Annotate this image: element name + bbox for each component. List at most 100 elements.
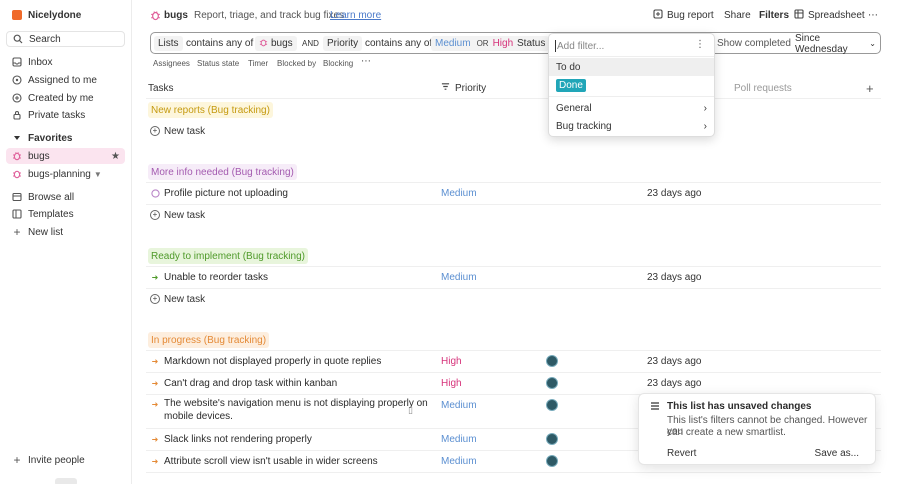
group-header-more-info[interactable]: More info needed (Bug tracking) bbox=[148, 164, 297, 180]
priority-value[interactable]: High bbox=[441, 378, 462, 389]
subfilter-status-state[interactable]: Status state bbox=[197, 57, 239, 69]
task-name[interactable]: Attribute scroll view isn't usable in wi… bbox=[164, 456, 378, 467]
since-select[interactable]: Since Wednesday ⌄ bbox=[791, 33, 880, 55]
avatar[interactable] bbox=[546, 433, 558, 445]
save-as-button[interactable]: Save as... bbox=[815, 448, 859, 459]
option-label: Bug tracking bbox=[556, 120, 612, 132]
learn-more-link[interactable]: Learn more bbox=[330, 8, 381, 23]
vertical-more-icon[interactable]: ⋮ bbox=[695, 39, 705, 50]
sidebar-item-bugs[interactable]: bugs ★ bbox=[6, 148, 125, 164]
avatar[interactable] bbox=[546, 355, 558, 367]
task-row[interactable]: ➜ Markdown not displayed properly in quo… bbox=[150, 353, 382, 369]
status-arrow-icon[interactable]: ➜ bbox=[150, 456, 160, 466]
column-tasks[interactable]: Tasks bbox=[148, 80, 174, 96]
show-completed-toggle[interactable]: Show completed bbox=[713, 36, 795, 51]
filter-field-lists[interactable]: Lists bbox=[154, 36, 183, 51]
filters-button[interactable]: Filters bbox=[759, 8, 789, 23]
filter-operator-2[interactable]: contains any of bbox=[361, 36, 436, 51]
avatar[interactable] bbox=[546, 399, 558, 411]
new-task-button[interactable]: + New task bbox=[150, 291, 205, 307]
status-arrow-icon[interactable]: ➜ bbox=[150, 272, 160, 282]
status-filter-dropdown[interactable]: Add filter... ⋮ To do Done General › Bug… bbox=[548, 33, 715, 137]
invite-people-button[interactable]: + Invite people bbox=[6, 452, 125, 468]
task-row[interactable]: Profile picture not uploading bbox=[150, 185, 288, 201]
subfilter-more-icon[interactable]: ⋯ bbox=[361, 55, 371, 67]
date-value: 23 days ago bbox=[647, 188, 702, 199]
priority-value[interactable]: Medium bbox=[441, 456, 477, 467]
dropdown-group-general[interactable]: General › bbox=[549, 99, 714, 117]
task-row[interactable]: ➜ Slack links not rendering properly bbox=[150, 431, 312, 447]
more-options-icon[interactable]: ⋯ bbox=[868, 8, 879, 23]
priority-value[interactable]: Medium bbox=[441, 434, 477, 445]
created-icon bbox=[10, 93, 24, 103]
sidebar-item-browse[interactable]: Browse all bbox=[6, 189, 125, 205]
sidebar-item-assigned[interactable]: Assigned to me bbox=[6, 72, 125, 88]
dropdown-option-done[interactable]: Done bbox=[549, 76, 714, 94]
group-header-new-reports[interactable]: New reports (Bug tracking) bbox=[148, 102, 273, 118]
group-header-in-progress[interactable]: In progress (Bug tracking) bbox=[148, 332, 270, 348]
task-name[interactable]: Can't drag and drop task within kanban bbox=[164, 378, 337, 389]
status-arrow-icon[interactable]: ➜ bbox=[150, 399, 160, 409]
sidebar-item-created[interactable]: Created by me bbox=[6, 90, 125, 106]
avatar[interactable] bbox=[546, 377, 558, 389]
filter-operator[interactable]: contains any of bbox=[182, 36, 257, 51]
spreadsheet-icon bbox=[794, 9, 804, 22]
filter-value-bugs[interactable]: bugs bbox=[255, 36, 297, 51]
revert-button[interactable]: Revert bbox=[667, 448, 696, 459]
bottom-toolbar-button[interactable] bbox=[55, 478, 77, 484]
filter-bar[interactable]: Lists contains any of bugs AND Priority … bbox=[150, 32, 881, 55]
add-filter-input[interactable]: Add filter... bbox=[555, 39, 694, 53]
column-priority[interactable]: Priority bbox=[441, 80, 486, 96]
priority-value[interactable]: High bbox=[441, 356, 462, 367]
filter-field-priority[interactable]: Priority bbox=[323, 36, 363, 51]
task-row[interactable]: ➜ Can't drag and drop task within kanban bbox=[150, 375, 338, 391]
share-button[interactable]: Share bbox=[724, 8, 751, 23]
task-row[interactable]: ➜ Attribute scroll view isn't usable in … bbox=[150, 453, 378, 469]
attachment-icon[interactable]: ▯ bbox=[408, 405, 413, 416]
app-window: Nicelydone Search Inbox Assigned to me C… bbox=[0, 0, 900, 484]
task-row[interactable]: ➜ The website's navigation menu is not d… bbox=[150, 397, 428, 422]
workspace-switcher[interactable]: Nicelydone bbox=[6, 7, 125, 23]
status-icon[interactable] bbox=[150, 188, 160, 198]
subfilter-timer[interactable]: Timer bbox=[248, 57, 268, 69]
subfilter-assignees[interactable]: Assignees bbox=[153, 57, 190, 69]
search-input[interactable]: Search bbox=[6, 31, 125, 47]
priority-value[interactable]: Medium bbox=[441, 188, 477, 199]
task-name[interactable]: Profile picture not uploading bbox=[164, 188, 288, 199]
spreadsheet-button[interactable]: Spreadsheet bbox=[794, 8, 865, 23]
sidebar-item-bugs-planning[interactable]: bugs-planning ▼ bbox=[6, 166, 125, 182]
task-name[interactable]: Slack links not rendering properly bbox=[164, 434, 312, 445]
add-column-icon[interactable]: + bbox=[866, 80, 874, 96]
dropdown-option-to-do[interactable]: To do bbox=[549, 58, 714, 76]
star-icon[interactable]: ★ bbox=[111, 151, 120, 162]
new-task-button[interactable]: + New task bbox=[150, 207, 205, 223]
favorites-header[interactable]: Favorites bbox=[6, 130, 125, 146]
priority-value[interactable]: Medium bbox=[441, 272, 477, 283]
filter-field-status[interactable]: Status bbox=[513, 36, 550, 51]
new-task-button[interactable]: + New task bbox=[150, 123, 205, 139]
status-arrow-icon[interactable]: ➜ bbox=[150, 378, 160, 388]
priority-value[interactable]: Medium bbox=[441, 400, 477, 411]
column-poll-requests[interactable]: Poll requests bbox=[734, 80, 792, 96]
subfilter-blocking[interactable]: Blocking bbox=[323, 57, 353, 69]
status-arrow-icon[interactable]: ➜ bbox=[150, 434, 160, 444]
bug-report-button[interactable]: Bug report bbox=[653, 8, 714, 23]
task-row[interactable]: ➜ Unable to reorder tasks bbox=[150, 269, 268, 285]
status-arrow-icon[interactable]: ➜ bbox=[150, 356, 160, 366]
task-name[interactable]: Markdown not displayed properly in quote… bbox=[164, 356, 381, 367]
task-name[interactable]: The website's navigation menu is not dis… bbox=[164, 397, 428, 423]
workspace-logo-icon bbox=[10, 10, 24, 20]
search-label: Search bbox=[29, 33, 61, 45]
inbox-icon bbox=[10, 57, 24, 67]
dropdown-group-bug-tracking[interactable]: Bug tracking › bbox=[549, 117, 714, 135]
sidebar-item-inbox[interactable]: Inbox bbox=[6, 54, 125, 70]
sidebar-item-private[interactable]: Private tasks bbox=[6, 107, 125, 123]
list-icon bbox=[650, 401, 660, 414]
filter-value-medium[interactable]: Medium OR High bbox=[431, 36, 518, 51]
sidebar-item-templates[interactable]: Templates bbox=[6, 206, 125, 222]
avatar[interactable] bbox=[546, 455, 558, 467]
subfilter-blocked-by[interactable]: Blocked by bbox=[277, 57, 316, 69]
sidebar-item-new-list[interactable]: + New list bbox=[6, 224, 125, 240]
task-name[interactable]: Unable to reorder tasks bbox=[164, 272, 268, 283]
group-header-ready[interactable]: Ready to implement (Bug tracking) bbox=[148, 248, 308, 264]
